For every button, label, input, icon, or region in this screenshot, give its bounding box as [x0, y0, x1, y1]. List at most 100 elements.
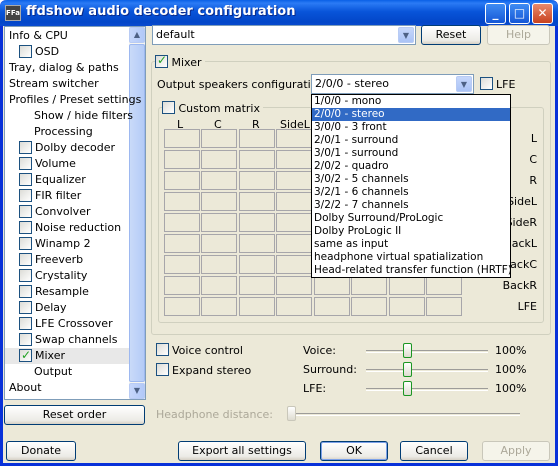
sidebar-item-checkbox[interactable] — [19, 317, 32, 330]
matrix-cell[interactable] — [201, 213, 237, 232]
matrix-cell[interactable] — [201, 234, 237, 253]
matrix-cell[interactable] — [239, 255, 275, 274]
sidebar-item[interactable]: Convolver — [5, 204, 129, 220]
tree-scrollbar[interactable]: ▲ ▼ — [129, 27, 145, 399]
sidebar-item-checkbox[interactable] — [19, 237, 32, 250]
matrix-cell[interactable] — [239, 297, 275, 316]
sidebar-item[interactable]: Show / hide filters — [5, 108, 133, 124]
sidebar-item[interactable]: LFE Crossover — [5, 316, 129, 332]
sidebar-item[interactable]: Output — [5, 364, 129, 380]
sidebar-item-checkbox[interactable] — [19, 157, 32, 170]
matrix-cell[interactable] — [164, 213, 200, 232]
lfe-checkbox[interactable] — [480, 77, 493, 90]
sidebar-item-checkbox[interactable] — [19, 45, 32, 58]
sidebar-item-checkbox[interactable] — [19, 285, 32, 298]
dropdown-option[interactable]: 3/0/1 - surround — [312, 147, 510, 160]
dropdown-option[interactable]: 3/2/1 - 6 channels — [312, 186, 510, 199]
matrix-cell[interactable] — [164, 129, 200, 148]
matrix-cell[interactable] — [201, 150, 237, 169]
dropdown-option[interactable]: Dolby ProLogic II — [312, 225, 510, 238]
matrix-cell[interactable] — [164, 276, 200, 295]
matrix-cell[interactable] — [351, 276, 387, 295]
sidebar-item[interactable]: Crystality — [5, 268, 129, 284]
preset-reset-button[interactable]: Reset — [421, 25, 481, 45]
matrix-cell[interactable] — [201, 192, 237, 211]
matrix-cell[interactable] — [426, 297, 462, 316]
lfe-slider[interactable] — [366, 388, 488, 391]
matrix-cell[interactable] — [239, 234, 275, 253]
voice-control-checkbox[interactable] — [156, 343, 169, 356]
ok-button[interactable]: OK — [320, 441, 388, 461]
preset-combo[interactable]: default ▼ — [152, 25, 416, 45]
matrix-cell[interactable] — [164, 297, 200, 316]
matrix-cell[interactable] — [389, 276, 425, 295]
sidebar-item[interactable]: Stream switcher — [5, 76, 129, 92]
matrix-cell[interactable] — [164, 255, 200, 274]
sidebar-item[interactable]: Volume — [5, 156, 129, 172]
matrix-cell[interactable] — [276, 171, 312, 190]
sidebar-item-checkbox[interactable] — [19, 269, 32, 282]
matrix-cell[interactable] — [314, 297, 350, 316]
sidebar-item[interactable]: FIR filter — [5, 188, 129, 204]
matrix-cell[interactable] — [201, 171, 237, 190]
scroll-up-icon[interactable]: ▲ — [129, 27, 145, 43]
lfe-slider-thumb[interactable] — [403, 381, 412, 396]
chevron-down-icon[interactable]: ▼ — [398, 27, 414, 43]
matrix-cell[interactable] — [239, 129, 275, 148]
sidebar-item-checkbox[interactable] — [19, 141, 32, 154]
title-bar[interactable]: FFa ffdshow audio decoder configuration … — [0, 0, 558, 26]
voice-slider[interactable] — [366, 350, 488, 353]
matrix-cell[interactable] — [201, 276, 237, 295]
mixer-checkbox[interactable] — [155, 53, 168, 68]
matrix-cell[interactable] — [164, 150, 200, 169]
sidebar-item-checkbox[interactable] — [19, 221, 32, 234]
dropdown-option[interactable]: 3/0/2 - 5 channels — [312, 173, 510, 186]
output-speakers-dropdown[interactable]: 1/0/0 - mono 2/0/0 - stereo 3/0/0 - 3 fron… — [311, 94, 512, 278]
matrix-cell[interactable] — [276, 276, 312, 295]
donate-button[interactable]: Donate — [6, 441, 76, 461]
sidebar-item-checkbox[interactable] — [19, 301, 32, 314]
dropdown-option[interactable]: 3/2/2 - 7 channels — [312, 199, 510, 212]
dropdown-option[interactable]: 3/0/0 - 3 front — [312, 121, 510, 134]
reset-order-button[interactable]: Reset order — [4, 405, 145, 425]
sidebar-item[interactable]: Processing — [5, 124, 129, 140]
dropdown-option[interactable]: headphone virtual spatialization — [312, 251, 510, 264]
sidebar-item-checkbox[interactable] — [19, 173, 32, 186]
sidebar-item[interactable]: Noise reduction — [5, 220, 129, 236]
dropdown-option[interactable]: 2/0/2 - quadro — [312, 160, 510, 173]
sidebar-item[interactable]: Swap channels — [5, 332, 129, 348]
sidebar-item-checkbox[interactable] — [19, 347, 32, 363]
dropdown-option[interactable]: 2/0/1 - surround — [312, 134, 510, 147]
apply-button[interactable]: Apply — [482, 441, 550, 461]
sidebar-item[interactable]: Dolby decoder — [5, 140, 129, 156]
sidebar-item-checkbox[interactable] — [19, 205, 32, 218]
matrix-cell[interactable] — [239, 192, 275, 211]
sidebar-item[interactable]: Delay — [5, 300, 129, 316]
dropdown-option[interactable]: 2/0/0 - stereo — [312, 108, 510, 121]
sidebar-item[interactable]: Tray, dialog & paths — [5, 60, 129, 76]
headphone-distance-thumb[interactable] — [287, 406, 296, 421]
headphone-distance-slider[interactable] — [288, 413, 520, 416]
matrix-cell[interactable] — [389, 297, 425, 316]
matrix-cell[interactable] — [164, 192, 200, 211]
dropdown-option[interactable]: Head-related transfer function (HRTF) — [312, 264, 512, 277]
voice-slider-thumb[interactable] — [403, 343, 412, 358]
output-speakers-combo[interactable]: 2/0/0 - stereo ▼ — [311, 74, 474, 94]
matrix-cell[interactable] — [239, 171, 275, 190]
matrix-cell[interactable] — [239, 276, 275, 295]
cancel-button[interactable]: Cancel — [400, 441, 468, 461]
sidebar-item[interactable]: Info & CPU — [5, 28, 129, 44]
surround-slider-thumb[interactable] — [403, 362, 412, 377]
matrix-cell[interactable] — [201, 297, 237, 316]
scroll-down-icon[interactable]: ▼ — [129, 383, 145, 399]
sidebar-item-checkbox[interactable] — [19, 189, 32, 202]
sidebar-item-checkbox[interactable] — [19, 253, 32, 266]
maximize-button[interactable]: □ — [509, 3, 530, 24]
sidebar-item[interactable]: Mixer — [5, 347, 129, 364]
export-all-settings-button[interactable]: Export all settings — [178, 441, 306, 461]
matrix-cell[interactable] — [276, 234, 312, 253]
matrix-cell[interactable] — [276, 150, 312, 169]
sidebar-item-checkbox[interactable] — [19, 333, 32, 346]
matrix-cell[interactable] — [426, 276, 462, 295]
sidebar-item[interactable]: Profiles / Preset settings — [5, 92, 141, 108]
